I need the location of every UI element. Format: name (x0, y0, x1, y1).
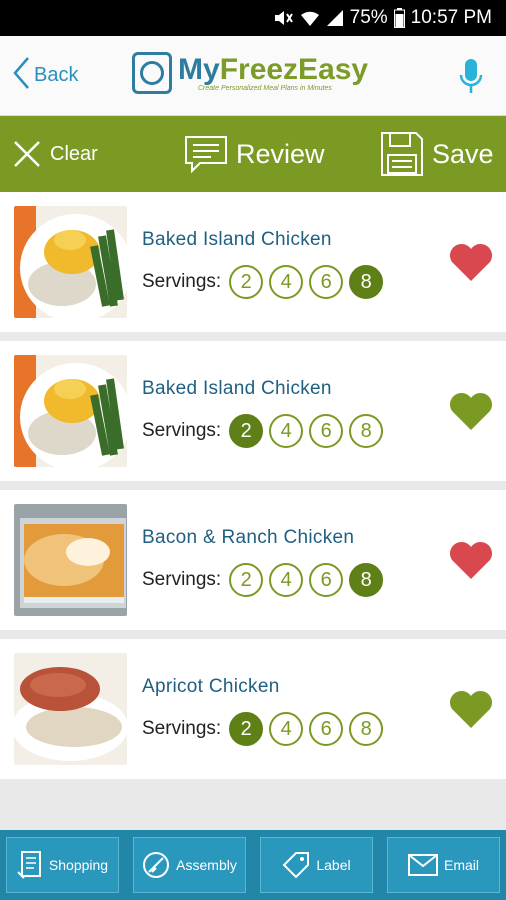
clear-button[interactable]: Clear (12, 139, 98, 169)
tag-icon (282, 852, 310, 879)
favorite-button[interactable] (448, 689, 494, 734)
heart-icon (449, 243, 493, 281)
recipe-card[interactable]: Bacon & Ranch Chicken Servings: 2 4 6 8 (0, 490, 506, 630)
battery-percent: 75% (349, 7, 388, 28)
logo-mark-icon (132, 52, 172, 94)
recipe-title: Apricot Chicken (142, 676, 280, 697)
assembly-label: Assembly (176, 857, 237, 873)
servings-option-8[interactable]: 8 (349, 265, 384, 299)
review-label: Review (236, 138, 325, 169)
servings-option-2[interactable]: 2 (229, 414, 264, 448)
heart-icon (449, 392, 493, 430)
favorite-button[interactable] (448, 391, 494, 436)
servings-option-4[interactable]: 4 (269, 265, 304, 299)
email-button[interactable]: Email (387, 837, 500, 893)
chevron-left-icon (12, 56, 30, 96)
status-bar: 75% 10:57 PM (0, 0, 506, 36)
save-button[interactable]: Save (380, 131, 494, 177)
close-icon (14, 141, 40, 167)
mute-icon (272, 9, 294, 27)
servings-option-4[interactable]: 4 (269, 563, 304, 597)
heart-icon (449, 690, 493, 728)
servings-selector: Servings: 2 4 6 8 (142, 563, 384, 597)
recipe-photo (14, 206, 127, 318)
wifi-icon (300, 9, 320, 27)
servings-label: Servings: (142, 718, 222, 739)
servings-selector: Servings: 2 4 6 8 (142, 265, 384, 299)
save-label: Save (432, 138, 494, 169)
assembly-icon (143, 852, 170, 878)
bottom-toolbar: Shopping Assembly Label Email (0, 830, 506, 900)
shopping-list-icon (17, 851, 41, 879)
back-button[interactable]: Back (12, 56, 78, 96)
servings-option-2[interactable]: 2 (229, 563, 264, 597)
favorite-button[interactable] (448, 242, 494, 287)
microphone-button[interactable] (458, 58, 484, 101)
servings-label: Servings: (142, 569, 222, 590)
app-bar: Back MyFreezEasy Create Personalized Mea… (0, 36, 506, 116)
logo-freezeasy: FreezEasy (219, 52, 369, 86)
signal-icon (326, 9, 344, 27)
email-label: Email (443, 857, 479, 873)
floppy-disk-icon (381, 132, 423, 176)
clear-label: Clear (50, 142, 98, 165)
servings-label: Servings: (142, 420, 222, 441)
servings-option-4[interactable]: 4 (269, 712, 304, 746)
review-button[interactable]: Review (184, 135, 325, 173)
recipe-title: Baked Island Chicken (142, 229, 332, 250)
shopping-button[interactable]: Shopping (6, 837, 119, 893)
microphone-icon (459, 59, 483, 93)
servings-option-6[interactable]: 6 (309, 265, 344, 299)
favorite-button[interactable] (448, 540, 494, 585)
servings-option-2[interactable]: 2 (229, 265, 264, 299)
label-button[interactable]: Label (260, 837, 373, 893)
comment-icon (185, 136, 227, 173)
back-label: Back (34, 64, 79, 86)
servings-option-6[interactable]: 6 (309, 712, 344, 746)
servings-option-6[interactable]: 6 (309, 414, 344, 448)
recipe-card[interactable]: Apricot Chicken Servings: 2 4 6 8 (0, 639, 506, 779)
clock: 10:57 PM (410, 7, 492, 28)
servings-option-2[interactable]: 2 (229, 712, 264, 746)
recipe-photo (14, 653, 127, 765)
battery-icon (393, 8, 405, 28)
assembly-button[interactable]: Assembly (133, 837, 246, 893)
recipe-card[interactable]: Baked Island Chicken Servings: 2 4 6 8 (0, 341, 506, 481)
servings-option-6[interactable]: 6 (309, 563, 344, 597)
envelope-icon (407, 854, 438, 876)
recipe-title: Bacon & Ranch Chicken (142, 527, 355, 548)
recipe-photo (14, 504, 127, 616)
servings-option-8[interactable]: 8 (349, 712, 384, 746)
action-bar: Clear Review Save (0, 116, 506, 192)
servings-option-4[interactable]: 4 (269, 414, 304, 448)
label-label: Label (316, 857, 351, 873)
recipe-list: Baked Island Chicken Servings: 2 4 6 8 B… (0, 192, 506, 779)
logo-my: My (178, 52, 220, 86)
app-logo: MyFreezEasy Create Personalized Meal Pla… (132, 52, 368, 94)
servings-option-8[interactable]: 8 (349, 414, 384, 448)
servings-selector: Servings: 2 4 6 8 (142, 414, 384, 448)
servings-option-8[interactable]: 8 (349, 563, 384, 597)
logo-tagline: Create Personalized Meal Plans in Minute… (198, 84, 332, 92)
recipe-photo (14, 355, 127, 467)
recipe-title: Baked Island Chicken (142, 378, 332, 399)
servings-label: Servings: (142, 271, 222, 292)
servings-selector: Servings: 2 4 6 8 (142, 712, 384, 746)
heart-icon (449, 541, 493, 579)
shopping-label: Shopping (48, 857, 109, 873)
recipe-card[interactable]: Baked Island Chicken Servings: 2 4 6 8 (0, 192, 506, 332)
